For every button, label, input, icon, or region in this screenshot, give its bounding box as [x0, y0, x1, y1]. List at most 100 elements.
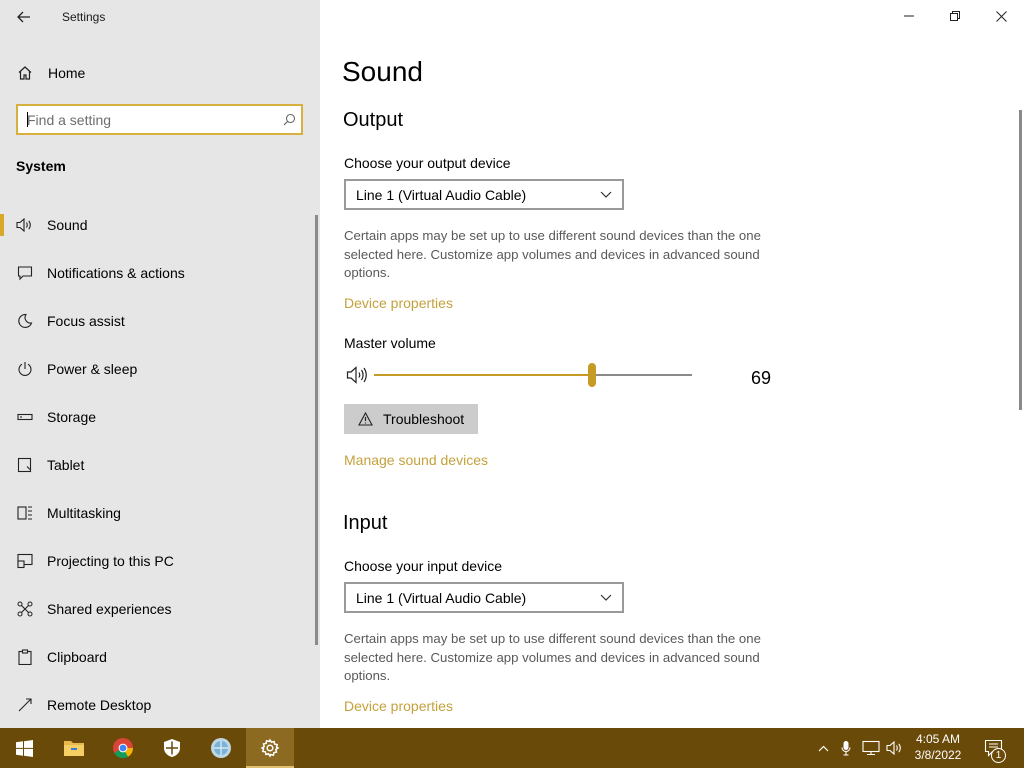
- input-description: Certain apps may be set up to use differ…: [344, 631, 761, 683]
- speaker-icon: [16, 216, 34, 234]
- home-icon: [16, 64, 34, 82]
- master-volume-label: Master volume: [344, 335, 436, 351]
- sidebar-item-label: Clipboard: [47, 649, 107, 665]
- clipboard-icon: [16, 648, 34, 666]
- projecting-icon: [16, 552, 34, 570]
- notification-icon: [16, 264, 34, 282]
- output-device-properties-link[interactable]: Device properties: [344, 295, 453, 311]
- section-title: System: [16, 158, 66, 174]
- sidebar-item-label: Tablet: [47, 457, 85, 473]
- remote-desktop-icon: [16, 696, 34, 714]
- sidebar-item-multitasking[interactable]: Multitasking: [0, 489, 320, 537]
- power-icon: [16, 360, 34, 378]
- taskbar-settings[interactable]: [246, 728, 294, 768]
- microphone-tray[interactable]: [836, 728, 856, 768]
- text-cursor: [27, 112, 28, 127]
- sidebar-item-shared-experiences[interactable]: Shared experiences: [0, 585, 320, 633]
- multitasking-icon: [16, 504, 34, 522]
- taskbar-file-explorer[interactable]: [50, 728, 98, 768]
- output-heading: Output: [343, 109, 404, 131]
- network-tray[interactable]: [860, 728, 882, 768]
- sidebar: Settings Home System Sound Notifications…: [0, 0, 320, 728]
- master-volume-slider[interactable]: [374, 363, 694, 387]
- chevron-down-icon: [600, 191, 612, 198]
- microphone-icon: [841, 741, 851, 756]
- sidebar-item-projecting[interactable]: Projecting to this PC: [0, 537, 320, 585]
- sidebar-item-label: Focus assist: [47, 313, 125, 329]
- slider-fill: [374, 374, 592, 376]
- input-heading: Input: [343, 512, 388, 534]
- show-hidden-icons-button[interactable]: [812, 728, 834, 768]
- sidebar-item-label: Power & sleep: [47, 361, 138, 377]
- troubleshoot-button[interactable]: Troubleshoot: [344, 404, 478, 434]
- settings-gear-icon: [260, 738, 280, 758]
- output-device-value: Line 1 (Virtual Audio Cable): [356, 186, 527, 203]
- sidebar-item-tablet[interactable]: Tablet: [0, 441, 320, 489]
- taskbar-chrome[interactable]: [99, 728, 147, 768]
- action-center-button[interactable]: 1: [978, 728, 1010, 768]
- input-device-dropdown[interactable]: Line 1 (Virtual Audio Cable): [344, 582, 624, 613]
- windows-security-icon: [164, 739, 180, 757]
- main-content: Sound Output Choose your output device L…: [320, 0, 1024, 728]
- back-arrow-icon: [17, 11, 30, 23]
- network-icon: [862, 740, 880, 756]
- sidebar-item-label: Multitasking: [47, 505, 121, 521]
- input-device-label: Choose your input device: [344, 558, 502, 574]
- clock-time: 4:05 AM: [915, 732, 961, 746]
- sidebar-nav: Sound Notifications & actions Focus assi…: [0, 201, 320, 729]
- sidebar-item-clipboard[interactable]: Clipboard: [0, 633, 320, 681]
- sidebar-item-sound[interactable]: Sound: [0, 201, 320, 249]
- taskbar-clock[interactable]: 4:05 AM 3/8/2022: [906, 731, 970, 763]
- home-label: Home: [48, 65, 86, 81]
- search-input[interactable]: [18, 111, 277, 128]
- page-title: Sound: [342, 56, 423, 87]
- close-button[interactable]: [978, 0, 1024, 32]
- minimize-icon: [904, 15, 914, 17]
- restore-button[interactable]: [932, 0, 978, 32]
- chrome-icon: [113, 738, 134, 759]
- troubleshoot-label: Troubleshoot: [383, 411, 465, 427]
- chevron-up-icon: [818, 745, 828, 751]
- sidebar-item-label: Remote Desktop: [47, 697, 152, 713]
- input-device-properties-link[interactable]: Device properties: [344, 698, 453, 714]
- volume-tray[interactable]: [884, 728, 906, 768]
- back-button[interactable]: [8, 3, 40, 31]
- master-volume-value: 69: [751, 368, 772, 388]
- sidebar-item-power-sleep[interactable]: Power & sleep: [0, 345, 320, 393]
- chevron-down-icon: [600, 594, 612, 601]
- sidebar-item-label: Notifications & actions: [47, 265, 185, 281]
- shared-experiences-icon: [16, 600, 34, 618]
- volume-icon[interactable]: [346, 366, 370, 384]
- window-title: Settings: [62, 10, 106, 24]
- input-device-value: Line 1 (Virtual Audio Cable): [356, 589, 527, 606]
- tablet-icon: [16, 456, 34, 474]
- sidebar-item-focus-assist[interactable]: Focus assist: [0, 297, 320, 345]
- manage-sound-devices-link[interactable]: Manage sound devices: [344, 452, 488, 468]
- main-scrollbar[interactable]: [1019, 110, 1022, 410]
- sidebar-item-label: Projecting to this PC: [47, 553, 174, 569]
- sidebar-item-notifications[interactable]: Notifications & actions: [0, 249, 320, 297]
- start-button[interactable]: [0, 728, 48, 768]
- sidebar-item-label: Storage: [47, 409, 97, 425]
- minimize-button[interactable]: [886, 0, 932, 32]
- output-device-dropdown[interactable]: Line 1 (Virtual Audio Cable): [344, 179, 624, 210]
- windows-start-icon: [15, 739, 33, 757]
- notification-badge: 1: [991, 748, 1006, 763]
- taskbar-web-browser[interactable]: [197, 728, 245, 768]
- output-device-label: Choose your output device: [344, 155, 511, 171]
- sidebar-item-remote-desktop[interactable]: Remote Desktop: [0, 681, 320, 729]
- taskbar: 4:05 AM 3/8/2022 1: [0, 728, 1024, 768]
- sidebar-scrollbar[interactable]: [315, 215, 318, 645]
- storage-icon: [16, 408, 34, 426]
- taskbar-windows-security[interactable]: [148, 728, 196, 768]
- file-explorer-icon: [64, 741, 84, 756]
- search-box[interactable]: [16, 104, 303, 135]
- sidebar-item-label: Shared experiences: [47, 601, 172, 617]
- warning-icon: [358, 412, 373, 426]
- search-icon[interactable]: [277, 113, 301, 126]
- title-bar: Settings: [0, 0, 320, 34]
- speaker-icon: [886, 741, 901, 755]
- sidebar-item-storage[interactable]: Storage: [0, 393, 320, 441]
- slider-thumb[interactable]: [588, 363, 596, 387]
- home-nav-item[interactable]: Home: [0, 56, 320, 90]
